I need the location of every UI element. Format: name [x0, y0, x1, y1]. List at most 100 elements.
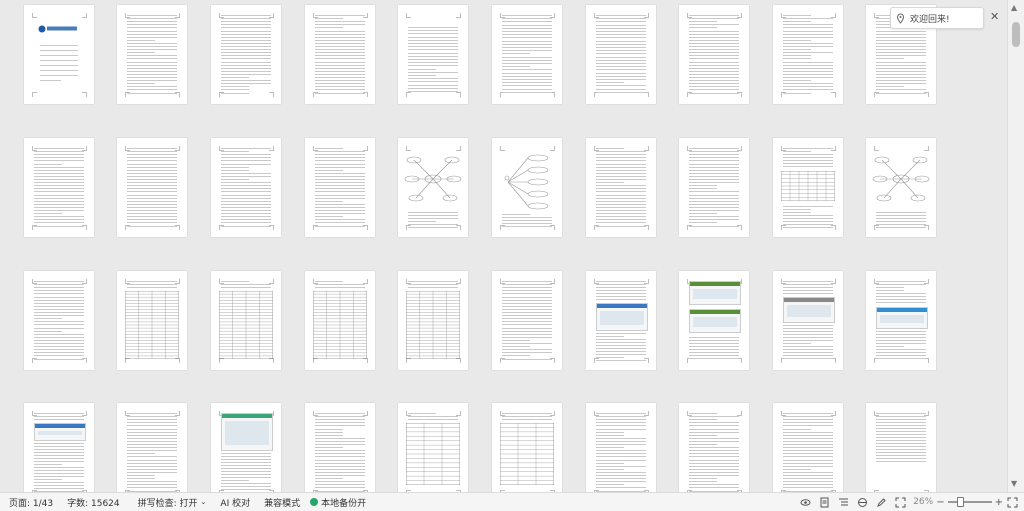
- eye-icon[interactable]: [800, 497, 811, 508]
- text-line: [596, 47, 646, 48]
- text-line: [34, 416, 84, 417]
- page-thumbnail[interactable]: [398, 138, 468, 237]
- text-line: [502, 343, 552, 344]
- text-line: [408, 78, 458, 79]
- zoom-out-button[interactable]: −: [936, 497, 944, 508]
- page-thumbnail[interactable]: [305, 5, 375, 104]
- zoom-in-button[interactable]: +: [995, 497, 1003, 508]
- text-line: [315, 179, 365, 180]
- page-thumbnail[interactable]: [492, 5, 562, 104]
- text-line: [34, 293, 84, 294]
- text-line: [315, 148, 343, 149]
- page-thumbnail[interactable]: [679, 5, 749, 104]
- page-thumbnail[interactable]: [492, 271, 562, 370]
- text-line: [502, 297, 552, 298]
- text-line: [502, 281, 552, 282]
- page-thumbnail[interactable]: [773, 271, 843, 370]
- text-line: [689, 481, 717, 482]
- scroll-down-icon[interactable]: ▼: [1011, 479, 1017, 489]
- text-line: [221, 465, 271, 466]
- scroll-thumb[interactable]: [1012, 22, 1020, 47]
- document-canvas[interactable]: [0, 0, 1008, 492]
- page-thumbnail[interactable]: [211, 403, 281, 492]
- page-thumbnail[interactable]: [24, 271, 94, 370]
- text-line: [502, 79, 552, 80]
- text-line: [408, 49, 458, 50]
- text-line: [783, 435, 833, 436]
- fullscreen-icon[interactable]: [1007, 497, 1018, 508]
- text-line: [783, 456, 833, 457]
- text-line: [34, 446, 84, 447]
- page-thumbnail[interactable]: [773, 5, 843, 104]
- zoom-level[interactable]: 26%: [913, 497, 933, 507]
- text-line: [408, 65, 458, 66]
- scroll-up-icon[interactable]: ▲: [1011, 3, 1017, 13]
- text-line: [502, 89, 552, 90]
- page-thumbnail[interactable]: [492, 138, 562, 237]
- page-indicator[interactable]: 页面: 1/43: [9, 496, 53, 509]
- page-thumbnail[interactable]: [211, 138, 281, 237]
- ai-proofread-button[interactable]: AI 校对: [220, 496, 250, 509]
- page-thumbnail[interactable]: [866, 271, 936, 370]
- page-thumbnail[interactable]: [586, 138, 656, 237]
- page-thumbnail[interactable]: [492, 403, 562, 492]
- page-thumbnail[interactable]: [398, 403, 468, 492]
- page-thumbnail[interactable]: [398, 5, 468, 104]
- pen-edit-icon[interactable]: [876, 497, 887, 508]
- page-thumbnail[interactable]: [586, 403, 656, 492]
- text-line: [596, 226, 646, 227]
- page-thumbnail[interactable]: [211, 271, 281, 370]
- outline-icon[interactable]: [838, 497, 849, 508]
- spellcheck-toggle[interactable]: 拼写检查: 打开 ⌄: [138, 496, 207, 509]
- page-thumbnail[interactable]: [117, 138, 187, 237]
- text-line: [315, 167, 365, 168]
- text-line: [876, 68, 926, 69]
- page-thumbnail[interactable]: [305, 403, 375, 492]
- text-line: [127, 435, 177, 436]
- welcome-back-button[interactable]: 欢迎回来!: [890, 7, 984, 29]
- page-thumbnail[interactable]: [679, 271, 749, 370]
- page-thumbnail[interactable]: [117, 5, 187, 104]
- page-thumbnail[interactable]: [866, 138, 936, 237]
- text-line: [127, 49, 177, 50]
- page-thumbnail[interactable]: [24, 403, 94, 492]
- fit-page-icon[interactable]: [895, 497, 906, 508]
- text-line: [783, 293, 833, 294]
- text-line: [34, 303, 84, 304]
- page-thumbnail[interactable]: [866, 403, 936, 492]
- text-line: [876, 437, 926, 438]
- text-line: [689, 422, 739, 423]
- page-thumbnail[interactable]: [211, 5, 281, 104]
- text-line: [596, 339, 646, 340]
- page-thumbnail[interactable]: [305, 271, 375, 370]
- text-line: [596, 222, 646, 223]
- page-thumbnail[interactable]: [586, 271, 656, 370]
- page-thumbnail[interactable]: [117, 403, 187, 492]
- text-line: [783, 416, 833, 417]
- text-line: [34, 470, 84, 471]
- text-line: [315, 77, 365, 78]
- page-thumbnail[interactable]: [117, 271, 187, 370]
- zoom-slider-handle[interactable]: [957, 497, 964, 507]
- page-thumbnail[interactable]: [586, 5, 656, 104]
- page-thumbnail[interactable]: [24, 5, 94, 104]
- close-icon[interactable]: ✕: [990, 10, 999, 23]
- text-line: [34, 343, 84, 344]
- local-backup-indicator[interactable]: 本地备份开: [310, 496, 366, 509]
- page-thumbnail[interactable]: [398, 271, 468, 370]
- page-thumbnail[interactable]: [773, 403, 843, 492]
- page-view-icon[interactable]: [819, 497, 830, 508]
- vertical-scrollbar[interactable]: ▲ ▼: [1007, 0, 1024, 492]
- word-count[interactable]: 字数: 15624: [67, 496, 120, 509]
- text-line: [502, 331, 552, 332]
- page-thumbnail[interactable]: [773, 138, 843, 237]
- page-thumbnail[interactable]: [679, 138, 749, 237]
- crop-mark: [406, 13, 411, 18]
- page-thumbnail[interactable]: [305, 138, 375, 237]
- page-thumbnail[interactable]: [679, 403, 749, 492]
- zoom-slider[interactable]: [948, 501, 992, 503]
- web-layout-icon[interactable]: [857, 497, 868, 508]
- text-line: [783, 24, 833, 25]
- page-thumbnail[interactable]: [24, 138, 94, 237]
- text-line: [34, 173, 84, 174]
